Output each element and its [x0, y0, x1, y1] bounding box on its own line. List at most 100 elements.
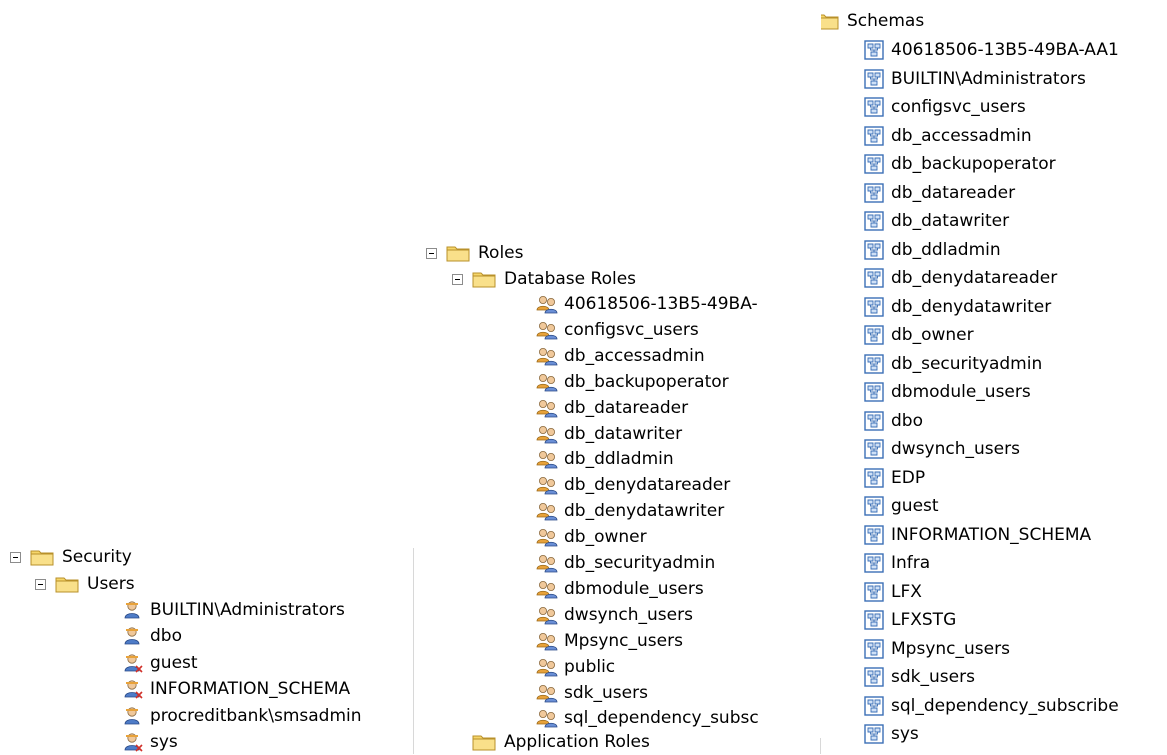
role-icon	[536, 345, 558, 367]
role-icon	[536, 319, 558, 341]
user-icon	[122, 678, 144, 700]
role-item[interactable]: Mpsync_users	[536, 628, 683, 654]
schema-item-label: LFX	[891, 581, 922, 602]
user-item[interactable]: sys	[122, 729, 178, 755]
user-icon	[122, 731, 144, 753]
role-item[interactable]: sql_dependency_subsc	[536, 705, 759, 731]
schema-item[interactable]: LFXSTG	[863, 607, 956, 633]
schema-item[interactable]: db_securityadmin	[863, 351, 1042, 377]
role-item-label: db_datawriter	[564, 423, 683, 444]
schema-item[interactable]: db_owner	[863, 322, 974, 348]
role-item[interactable]: db_securityadmin	[536, 550, 715, 576]
schema-item-label: sdk_users	[891, 667, 975, 687]
folder-icon	[30, 548, 54, 566]
schema-item[interactable]: db_ddladmin	[863, 237, 1001, 263]
schema-icon	[863, 495, 885, 517]
role-item-label: db_securityadmin	[564, 553, 716, 573]
user-item[interactable]: BUILTIN\Administrators	[122, 597, 345, 623]
schema-item[interactable]: db_backupoperator	[863, 151, 1056, 177]
collapse-toggle-icon[interactable]	[426, 247, 437, 259]
role-item[interactable]: db_ddladmin	[536, 446, 674, 472]
tree-node-application-roles[interactable]: Application Roles	[472, 729, 650, 754]
role-icon	[536, 578, 558, 600]
schema-item[interactable]: sdk_users	[863, 664, 975, 690]
role-item[interactable]: configsvc_users	[536, 317, 699, 343]
role-item[interactable]: 40618506-13B5-49BA-	[536, 291, 758, 317]
schema-item[interactable]: BUILTIN\Administrators	[863, 66, 1086, 92]
collapse-toggle-icon[interactable]	[452, 273, 463, 285]
user-item-label: INFORMATION_SCHEMA	[150, 679, 351, 700]
schema-item[interactable]: Mpsync_users	[863, 636, 1010, 662]
user-item-label: procreditbank\smsadmin	[150, 705, 362, 726]
schema-item[interactable]: db_denydatareader	[863, 265, 1057, 291]
role-item[interactable]: db_datawriter	[536, 421, 682, 447]
schema-item[interactable]: LFX	[863, 579, 922, 605]
role-item[interactable]: dbmodule_users	[536, 576, 704, 602]
schema-icon	[863, 666, 885, 688]
role-icon	[536, 423, 558, 445]
role-item[interactable]: dwsynch_users	[536, 602, 693, 628]
user-item[interactable]: dbo	[122, 623, 182, 649]
schema-item[interactable]: db_datareader	[863, 180, 1015, 206]
tree-node-label: Users	[87, 574, 135, 594]
folder-icon	[821, 12, 839, 30]
schema-item[interactable]: INFORMATION_SCHEMA	[863, 522, 1091, 548]
role-item[interactable]: sdk_users	[536, 680, 648, 706]
role-item[interactable]: db_datareader	[536, 395, 688, 421]
schema-icon	[863, 68, 885, 90]
schema-item[interactable]: configsvc_users	[863, 94, 1026, 120]
schema-item[interactable]: dwsynch_users	[863, 436, 1020, 462]
schema-item[interactable]: guest	[863, 493, 939, 519]
schema-item-label: db_owner	[891, 325, 974, 345]
role-item-label: sdk_users	[564, 682, 648, 703]
role-icon	[536, 474, 558, 496]
role-item[interactable]: db_owner	[536, 524, 647, 550]
role-item[interactable]: public	[536, 654, 615, 680]
schema-item[interactable]: sys	[863, 721, 919, 747]
schema-item[interactable]: db_datawriter	[863, 208, 1009, 234]
user-item[interactable]: procreditbank\smsadmin	[122, 703, 362, 729]
schema-item-label: guest	[891, 496, 939, 516]
collapse-toggle-icon[interactable]	[10, 551, 21, 563]
role-item-label: db_denydatawriter	[564, 501, 725, 522]
role-item-label: sql_dependency_subsc	[564, 708, 759, 729]
schema-item[interactable]: 40618506-13B5-49BA-AA1	[863, 37, 1119, 63]
schema-icon	[863, 581, 885, 603]
collapse-toggle-icon[interactable]	[35, 578, 46, 590]
tree-node-schemas[interactable]: Schemas	[821, 8, 924, 34]
schema-item-label: EDP	[891, 467, 926, 488]
schema-item-label: db_denydatawriter	[891, 296, 1052, 317]
schemas-pane: Schemas 40618506-13B5-49BA-AA1 BUILTIN\Ad…	[821, 0, 1167, 754]
schema-item[interactable]: dbmodule_users	[863, 379, 1031, 405]
role-item[interactable]: db_backupoperator	[536, 369, 729, 395]
schema-item[interactable]: EDP	[863, 465, 925, 491]
tree-node-roles[interactable]: Roles	[426, 240, 524, 266]
role-item[interactable]: db_accessadmin	[536, 343, 705, 369]
role-icon	[536, 293, 558, 315]
role-item[interactable]: db_denydatawriter	[536, 498, 724, 524]
role-item-label: db_backupoperator	[564, 371, 729, 392]
user-item[interactable]: INFORMATION_SCHEMA	[122, 676, 350, 702]
schema-item-label: db_accessadmin	[891, 125, 1032, 146]
schema-item[interactable]: db_denydatawriter	[863, 294, 1051, 320]
schema-item-label: dbmodule_users	[891, 382, 1031, 402]
schema-icon	[863, 467, 885, 489]
schema-item[interactable]: db_accessadmin	[863, 123, 1032, 149]
role-icon	[536, 682, 558, 704]
schema-item[interactable]: sql_dependency_subscribe	[863, 693, 1119, 719]
schema-item[interactable]: Infra	[863, 550, 930, 576]
schema-icon	[863, 552, 885, 574]
tree-node-users[interactable]: Users	[35, 571, 135, 597]
schema-item-label: configsvc_users	[891, 97, 1026, 117]
user-item[interactable]: guest	[122, 650, 198, 676]
schema-icon	[863, 381, 885, 403]
schema-item[interactable]: dbo	[863, 408, 923, 434]
schema-icon	[863, 723, 885, 745]
tree-node-security[interactable]: Security	[10, 544, 132, 570]
schema-item-label: db_backupoperator	[891, 154, 1056, 174]
schema-item-label: Mpsync_users	[891, 638, 1010, 659]
role-item-label: db_datareader	[564, 397, 689, 418]
role-item[interactable]: db_denydatareader	[536, 472, 730, 498]
tree-node-database-roles[interactable]: Database Roles	[452, 266, 636, 292]
schema-icon	[863, 39, 885, 61]
